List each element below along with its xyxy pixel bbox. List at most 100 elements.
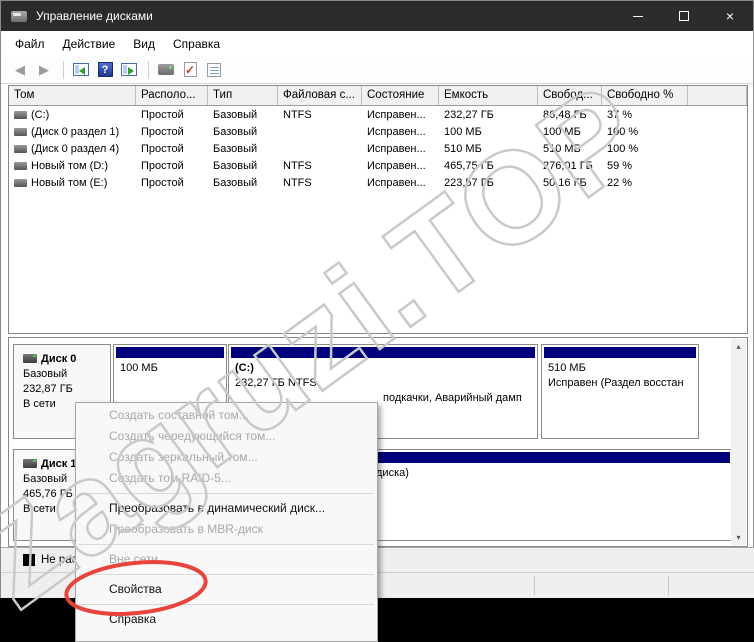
cell-free-pct: 22 % (607, 176, 633, 189)
cell-free-pct: 37 % (607, 108, 633, 121)
partition-color-bar (116, 347, 224, 358)
close-button[interactable]: × (707, 1, 753, 31)
column-header-free-pct[interactable]: Свободно % (602, 86, 688, 105)
table-row[interactable]: (C:) Простой Базовый NTFS Исправен... 23… (9, 106, 747, 123)
cell-capacity: 232,27 ГБ (444, 108, 494, 121)
vertical-scrollbar[interactable]: ▴ ▾ (731, 339, 746, 545)
partition-color-bar (544, 347, 696, 358)
forward-button[interactable]: ▶ (33, 59, 55, 81)
toolbar-separator (63, 60, 64, 79)
cell-type: Базовый (213, 108, 258, 121)
cell-volume: (Диск 0 раздел 4) (9, 143, 136, 155)
caption-buttons: × (615, 1, 753, 31)
console-tree-icon (73, 63, 89, 76)
cell-status: Исправен... (367, 176, 426, 189)
menu-help[interactable]: Справка (164, 34, 229, 54)
cell-fs: NTFS (283, 176, 312, 189)
column-header-volume[interactable]: Том (9, 86, 136, 105)
toolbar: ◀ ▶ ? ✓ (1, 56, 753, 84)
cell-layout: Простой (141, 125, 184, 138)
table-row[interactable]: (Диск 0 раздел 1) Простой Базовый Исправ… (9, 123, 747, 140)
cell-free-pct: 100 % (607, 142, 639, 155)
checkmark-page-icon: ✓ (183, 62, 197, 77)
cell-volume: (C:) (9, 109, 136, 121)
menu-item-convert-to-dynamic[interactable]: Преобразовать в динамический диск... (76, 498, 377, 519)
volume-list: Том Располо... Тип Файловая с... Состоян… (8, 85, 748, 334)
cell-free: 86,48 ГБ (543, 108, 587, 121)
menu-item-new-spanned-volume: Создать составной том... (109, 408, 249, 422)
menu-item-properties[interactable]: Свойства (76, 579, 377, 600)
minimize-button[interactable] (615, 1, 661, 31)
back-button[interactable]: ◀ (9, 59, 31, 81)
cell-layout: Простой (141, 108, 184, 121)
cell-status: Исправен... (367, 142, 426, 155)
volume-icon (14, 161, 27, 170)
cell-layout: Простой (141, 142, 184, 155)
table-row[interactable]: (Диск 0 раздел 4) Простой Базовый Исправ… (9, 140, 747, 157)
column-header-filesystem[interactable]: Файловая с... (278, 86, 362, 105)
maximize-icon (679, 11, 689, 21)
cell-type: Базовый (213, 176, 258, 189)
volume-list-header: Том Располо... Тип Файловая с... Состоян… (9, 86, 747, 106)
partition-status: подкачки, Аварийный дамп (383, 392, 522, 404)
table-row[interactable]: Новый том (D:) Простой Базовый NTFS Испр… (9, 157, 747, 174)
partition-color-bar (231, 347, 535, 358)
cell-fs: NTFS (283, 108, 312, 121)
column-header-free[interactable]: Свобод... (538, 86, 602, 105)
cell-volume: (Диск 0 раздел 1) (9, 126, 136, 138)
action-pane-button[interactable] (118, 59, 140, 81)
cell-free: 50,16 ГБ (543, 176, 587, 189)
disk1-name: Диск 1 (41, 458, 77, 470)
console-tree-button[interactable] (70, 59, 92, 81)
menu-item-offline: Вне сети (109, 552, 159, 566)
properties-list-button[interactable] (203, 59, 225, 81)
cell-volume: Новый том (E:) (9, 177, 136, 189)
cell-status: Исправен... (367, 125, 426, 138)
maximize-button[interactable] (661, 1, 707, 31)
scroll-up-arrow[interactable]: ▴ (731, 339, 746, 354)
column-header-capacity[interactable]: Емкость (439, 86, 538, 105)
partition-size: 510 МБ (548, 362, 586, 374)
statusbar-separator (534, 576, 535, 595)
menu-item-new-striped-volume: Создать чередующийся том... (109, 429, 276, 443)
menu-item-convert-to-mbr: Преобразовать в MBR-диск (109, 522, 263, 536)
column-header-status[interactable]: Состояние (362, 86, 439, 105)
column-header-empty (688, 86, 747, 105)
cell-type: Базовый (213, 125, 258, 138)
menu-item-new-raid5-volume: Создать том RAID-5... (109, 471, 231, 485)
rescan-disks-icon (158, 64, 174, 75)
menu-action[interactable]: Действие (54, 34, 125, 54)
menu-separator (76, 570, 377, 579)
checklist-icon (207, 62, 221, 77)
cell-free: 276,01 ГБ (543, 159, 593, 172)
column-header-layout[interactable]: Располо... (136, 86, 208, 105)
menubar: Файл Действие Вид Справка (1, 31, 753, 56)
partition-status: Исправен (Раздел восстан (548, 377, 684, 389)
cell-type: Базовый (213, 142, 258, 155)
partition-label: (C:) (235, 362, 254, 374)
disk0-partition-recovery[interactable]: 510 МБ Исправен (Раздел восстан (541, 344, 699, 439)
check-volume-button[interactable]: ✓ (179, 59, 201, 81)
partition-size: 100 МБ (120, 362, 158, 374)
cell-capacity: 510 МБ (444, 142, 482, 155)
rescan-disks-button[interactable] (155, 59, 177, 81)
cell-free: 510 МБ (543, 142, 581, 155)
window-title: Управление дисками (36, 9, 153, 23)
cell-free-pct: 100 % (607, 125, 639, 138)
help-button[interactable]: ? (94, 59, 116, 81)
column-header-type[interactable]: Тип (208, 86, 278, 105)
partition-status: диска) (376, 467, 409, 479)
menu-separator (76, 540, 377, 549)
disk0-size: 232,87 ГБ (23, 383, 73, 395)
cell-capacity: 465,75 ГБ (444, 159, 494, 172)
action-pane-icon (121, 63, 137, 76)
cell-status: Исправен... (367, 159, 426, 172)
menu-file[interactable]: Файл (6, 34, 54, 54)
menu-view[interactable]: Вид (124, 34, 164, 54)
table-row[interactable]: Новый том (E:) Простой Базовый NTFS Испр… (9, 174, 747, 191)
cell-status: Исправен... (367, 108, 426, 121)
scroll-down-arrow[interactable]: ▾ (731, 530, 746, 545)
menu-item-help[interactable]: Справка (76, 609, 377, 630)
cell-layout: Простой (141, 176, 184, 189)
cell-layout: Простой (141, 159, 184, 172)
